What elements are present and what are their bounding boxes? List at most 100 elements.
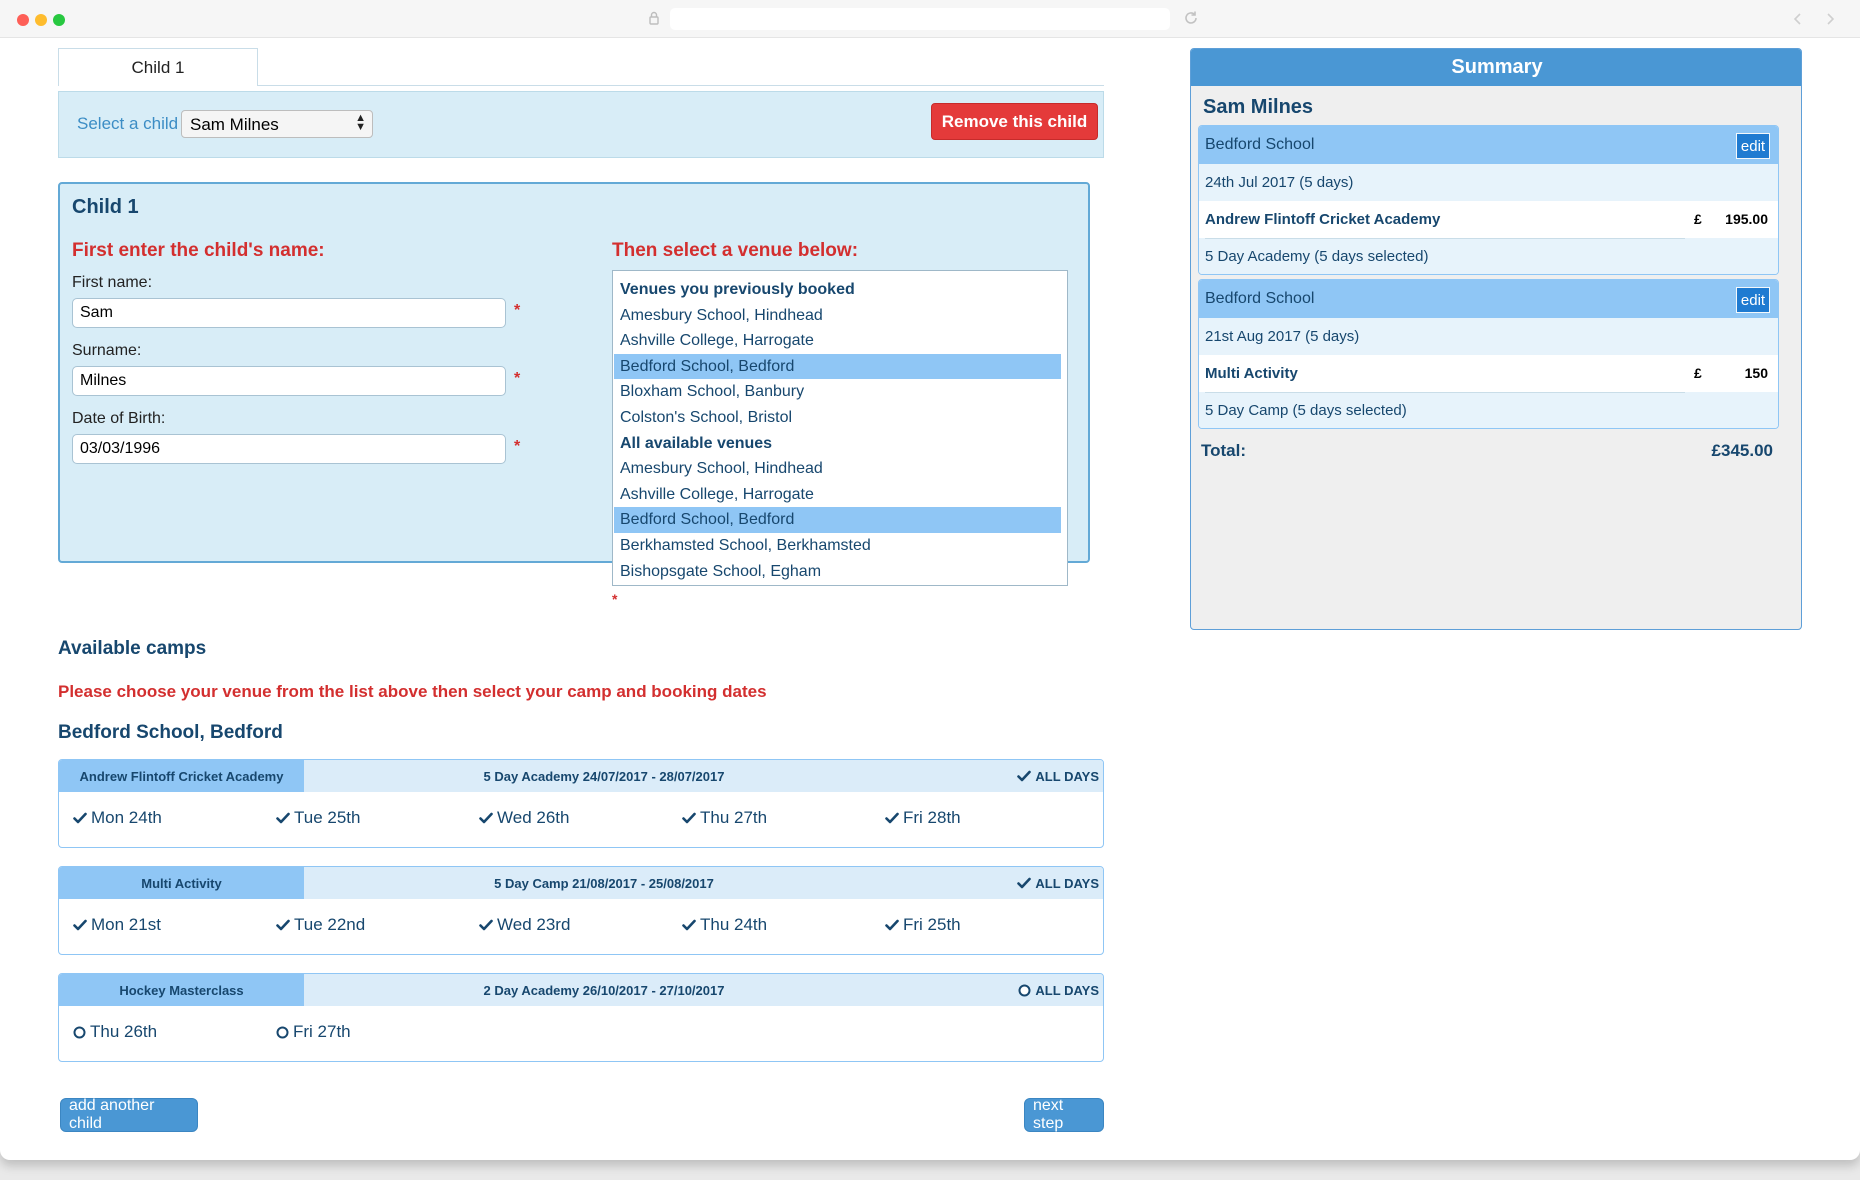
booking-currency: £	[1694, 211, 1702, 227]
browser-window: Child 1 Select a child Sam Milnes ▲ ▼ Rem…	[0, 0, 1860, 1160]
check-icon	[682, 919, 700, 931]
check-icon	[73, 812, 91, 824]
booking-date: 21st Aug 2017 (5 days)	[1205, 328, 1360, 345]
day-label: Fri 28th	[903, 808, 961, 827]
page-content: Child 1 Select a child Sam Milnes ▲ ▼ Rem…	[0, 38, 1860, 1160]
venue-option[interactable]: Berkhamsted School, Berkhamsted	[614, 533, 1061, 559]
venue-option[interactable]: Bishopsgate School, Egham	[614, 559, 1061, 585]
day-toggle[interactable]: Fri 28th	[885, 808, 961, 828]
booking-divider	[1205, 238, 1685, 239]
check-icon	[479, 812, 497, 824]
child-select[interactable]: Sam Milnes ▲ ▼	[181, 110, 373, 138]
select-child-label: Select a child	[77, 114, 179, 133]
booking-camp-name: Multi Activity	[1205, 365, 1298, 382]
venue-group-label: All available venues	[620, 434, 773, 452]
check-icon	[1017, 877, 1035, 889]
booking-currency: £	[1694, 365, 1702, 381]
day-label: Mon 24th	[91, 808, 162, 827]
name-heading: First enter the child's name:	[72, 240, 325, 261]
forward-icon[interactable]	[1822, 10, 1838, 28]
circle-icon	[73, 1026, 90, 1039]
booking-date-row: 21st Aug 2017 (5 days)	[1199, 318, 1778, 355]
day-label: Thu 26th	[90, 1022, 158, 1041]
venue-option[interactable]: Bedford School, Bedford	[614, 353, 1061, 380]
venue-heading: Then select a venue below:	[612, 240, 859, 261]
day-toggle[interactable]: Fri 27th	[276, 1022, 351, 1042]
camp-name: Multi Activity	[59, 867, 304, 899]
close-window-button[interactable]	[17, 14, 29, 26]
add-another-child-button[interactable]: add another child	[60, 1097, 198, 1132]
total-value: £345.00	[1711, 441, 1773, 460]
tab-child-1[interactable]: Child 1	[58, 48, 258, 86]
zoom-window-button[interactable]	[53, 14, 65, 26]
booking-divider	[1205, 392, 1685, 393]
day-toggle[interactable]: Wed 26th	[479, 808, 569, 828]
address-bar[interactable]	[670, 8, 1170, 30]
day-label: Thu 27th	[700, 808, 768, 827]
venue-option[interactable]: Amesbury School, Hindhead	[614, 456, 1061, 482]
day-label: Wed 23rd	[497, 915, 571, 934]
selected-venue-title: Bedford School, Bedford	[58, 722, 283, 743]
dob-label: Date of Birth:	[72, 410, 166, 427]
all-days-toggle[interactable]: ALL DAYS	[1018, 974, 1099, 1006]
day-label: Fri 27th	[293, 1022, 351, 1041]
summary-panel: Summary Sam Milnes Bedford School edit 24t…	[1190, 48, 1802, 630]
first-name-input[interactable]: Sam	[72, 298, 506, 328]
camp-dates: 5 Day Camp 21/08/2017 - 25/08/2017	[494, 875, 714, 891]
camp-name: Andrew Flintoff Cricket Academy	[59, 760, 304, 792]
summary-child-name: Sam Milnes	[1203, 96, 1314, 118]
day-label: Tue 22nd	[294, 915, 366, 934]
day-toggle[interactable]: Fri 25th	[885, 915, 961, 935]
day-toggle[interactable]: Thu 26th	[73, 1022, 157, 1042]
camp-card: Multi Activity 5 Day Camp 21/08/2017 - 25…	[58, 866, 1104, 955]
back-icon[interactable]	[1790, 10, 1806, 28]
remove-child-button[interactable]: Remove this child	[931, 103, 1098, 140]
check-icon	[276, 919, 294, 931]
venue-listbox[interactable]: Venues you previously booked Amesbury Sch…	[612, 270, 1068, 586]
day-toggle[interactable]: Mon 24th	[73, 808, 162, 828]
edit-booking-button[interactable]: edit	[1736, 133, 1770, 159]
day-toggle[interactable]: Wed 23rd	[479, 915, 570, 935]
surname-input[interactable]: Milnes	[72, 366, 506, 396]
venue-group-label: Venues you previously booked	[620, 281, 855, 298]
booking-price: 150	[1744, 365, 1768, 381]
child-select-bar: Select a child Sam Milnes ▲ ▼ Remove this…	[58, 91, 1104, 158]
edit-booking-button[interactable]: edit	[1736, 287, 1770, 313]
child-panel-title: Child 1	[72, 196, 139, 218]
day-toggle[interactable]: Tue 25th	[276, 808, 360, 828]
venue-option[interactable]: Colston's School, Bristol	[614, 405, 1061, 431]
booking-date: 24th Jul 2017 (5 days)	[1205, 174, 1354, 191]
venue-option[interactable]: Ashville College, Harrogate	[614, 482, 1061, 508]
day-label: Mon 21st	[91, 915, 161, 934]
venue-option[interactable]: Ashville College, Harrogate	[614, 328, 1061, 354]
all-days-toggle[interactable]: ALL DAYS	[1017, 867, 1099, 899]
circle-icon	[1018, 984, 1035, 997]
available-camps-title: Available camps	[58, 638, 207, 659]
venue-option[interactable]: Bloxham School, Banbury	[614, 379, 1061, 405]
all-days-label: ALL DAYS	[1035, 768, 1099, 784]
minimize-window-button[interactable]	[35, 14, 47, 26]
day-label: Thu 24th	[700, 915, 768, 934]
day-toggle[interactable]: Tue 22nd	[276, 915, 365, 935]
venue-option[interactable]: Amesbury School, Hindhead	[614, 303, 1061, 329]
venue-option[interactable]: Bedford School, Bedford	[614, 507, 1061, 533]
next-step-button[interactable]: next step	[1024, 1097, 1104, 1132]
all-days-toggle[interactable]: ALL DAYS	[1017, 760, 1099, 792]
day-toggle[interactable]: Mon 21st	[73, 915, 161, 935]
reload-icon[interactable]	[1182, 9, 1200, 27]
all-days-label: ALL DAYS	[1035, 982, 1099, 998]
circle-icon	[276, 1026, 293, 1039]
check-icon	[885, 919, 903, 931]
dob-input[interactable]: 03/03/1996	[72, 434, 506, 464]
booking-date-row: 24th Jul 2017 (5 days)	[1199, 164, 1778, 201]
child-details-panel: Child 1 First enter the child's name: Th…	[58, 182, 1090, 607]
booking-note: 5 Day Camp (5 days selected)	[1205, 402, 1407, 419]
day-toggle[interactable]: Thu 24th	[682, 915, 767, 935]
browser-titlebar	[0, 0, 1860, 38]
available-camps-hint: Please choose your venue from the list a…	[58, 682, 767, 701]
day-toggle[interactable]: Thu 27th	[682, 808, 767, 828]
booking-card: Bedford School edit 24th Jul 2017 (5 days)…	[1198, 125, 1779, 275]
booking-price: 195.00	[1725, 211, 1768, 227]
camp-card: Hockey Masterclass 2 Day Academy 26/10/20…	[58, 973, 1104, 1062]
camp-header: Multi Activity 5 Day Camp 21/08/2017 - 25…	[59, 867, 1103, 899]
